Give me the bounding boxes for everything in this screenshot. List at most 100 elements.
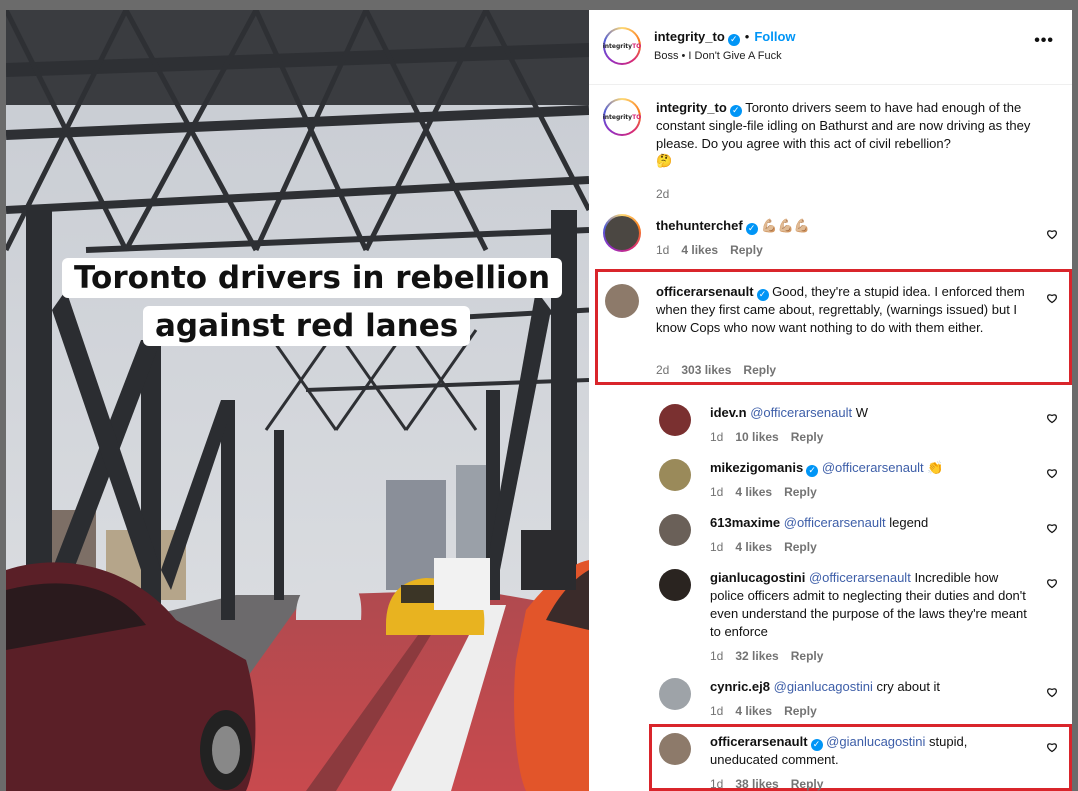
verified-icon: ✓ xyxy=(810,739,823,751)
comment-text: idev.n @officerarsenault W xyxy=(710,404,1030,422)
comment-username[interactable]: gianlucagostini xyxy=(710,570,805,585)
more-options-icon[interactable]: ••• xyxy=(1034,32,1054,50)
verified-icon: ✓ xyxy=(727,34,740,46)
caption-time: 2d xyxy=(656,187,670,201)
comment-mention[interactable]: @gianlucagostini xyxy=(774,679,873,694)
author-avatar[interactable]: integrityTO xyxy=(603,27,641,65)
comment-username[interactable]: 613maxime xyxy=(710,515,780,530)
comment-mention[interactable]: @officerarsenault xyxy=(809,570,911,585)
like-heart-icon[interactable] xyxy=(1046,522,1058,534)
reply-button[interactable]: Reply xyxy=(784,540,817,554)
commenter-avatar[interactable] xyxy=(659,514,691,546)
like-heart-icon[interactable] xyxy=(1046,292,1058,304)
post-video[interactable]: Toronto drivers in rebellion against red… xyxy=(6,10,589,791)
comment-text: gianlucagostini @officerarsenault Incred… xyxy=(710,569,1030,641)
commenter-avatar[interactable] xyxy=(605,284,639,318)
comment-likes[interactable]: 38 likes xyxy=(735,777,778,791)
comment-time: 1d xyxy=(710,704,724,718)
comment-mention[interactable]: @officerarsenault xyxy=(784,515,886,530)
verified-icon: ✓ xyxy=(729,105,742,117)
comment-text: thehunterchef ✓ 💪🏼💪🏼💪🏼 xyxy=(656,217,1026,236)
commenter-avatar[interactable] xyxy=(659,459,691,491)
caption-avatar[interactable]: integrityTO xyxy=(603,98,641,136)
comment-text: officerarsenault ✓ @gianlucagostini stupi… xyxy=(710,733,1030,769)
comment-username[interactable]: mikezigomanis xyxy=(710,460,803,475)
comment-mention[interactable]: @officerarsenault xyxy=(750,405,852,420)
reply-button[interactable]: Reply xyxy=(730,243,763,257)
reply-button[interactable]: Reply xyxy=(791,777,824,791)
comment-body: legend xyxy=(889,515,929,530)
like-heart-icon[interactable] xyxy=(1046,686,1058,698)
screenshot-frame: Toronto drivers in rebellion against red… xyxy=(0,0,1078,791)
commenter-avatar[interactable] xyxy=(659,678,691,710)
thinking-emoji: 🤔 xyxy=(656,154,673,169)
reply-button[interactable]: Reply xyxy=(791,649,824,663)
commenter-avatar[interactable] xyxy=(659,404,691,436)
comment-username[interactable]: officerarsenault xyxy=(710,734,808,749)
comment-meta: 2d 303 likes Reply xyxy=(656,363,788,377)
comment-body: W xyxy=(855,405,868,420)
caption-text: integrity_to ✓ Toronto drivers seem to ha… xyxy=(656,99,1046,171)
comment-meta: 1d 4 likes Reply xyxy=(656,243,775,257)
reply-item: mikezigomanis ✓ @officerarsenault 👏 1d 4 l… xyxy=(657,459,1072,507)
comment-likes[interactable]: 4 likes xyxy=(735,540,772,554)
audio-track[interactable]: Boss • I Don't Give A Fuck xyxy=(654,50,782,62)
comment-likes[interactable]: 4 likes xyxy=(735,485,772,499)
comment-time: 1d xyxy=(656,243,670,257)
commenter-avatar[interactable] xyxy=(603,214,641,252)
comment-time: 1d xyxy=(710,540,724,554)
comment-likes[interactable]: 303 likes xyxy=(681,363,731,377)
like-heart-icon[interactable] xyxy=(1046,412,1058,424)
reply-button[interactable]: Reply xyxy=(784,704,817,718)
car-right xyxy=(514,530,589,791)
comment-username[interactable]: thehunterchef xyxy=(656,218,743,233)
post-header: integrityTO integrity_to ✓ • Follow Boss • … xyxy=(589,10,1072,85)
video-caption-line-1: Toronto drivers in rebellion xyxy=(62,258,563,298)
comment-meta: 1d 4 likes Reply xyxy=(710,540,829,554)
follow-button[interactable]: Follow xyxy=(754,29,795,44)
comment-body: 👏 xyxy=(927,461,944,476)
verified-icon: ✓ xyxy=(756,289,769,301)
comment-username[interactable]: idev.n xyxy=(710,405,747,420)
comment-likes[interactable]: 32 likes xyxy=(735,649,778,663)
reply-item: 613maxime @officerarsenault legend 1d 4 l… xyxy=(657,514,1072,562)
commenter-avatar[interactable] xyxy=(659,569,691,601)
comment-time: 1d xyxy=(710,777,724,791)
comment-text: officerarsenault ✓ Good, they're a stupid… xyxy=(656,283,1026,337)
reply-item: idev.n @officerarsenault W 1d 10 likes Rep… xyxy=(657,404,1072,452)
comment-username[interactable]: officerarsenault xyxy=(656,284,754,299)
comment-username[interactable]: cynric.ej8 xyxy=(710,679,770,694)
like-heart-icon[interactable] xyxy=(1046,228,1058,240)
reply-item: gianlucagostini @officerarsenault Incred… xyxy=(657,569,1072,669)
comment-body: cry about it xyxy=(876,679,941,694)
comment-likes[interactable]: 4 likes xyxy=(681,243,718,257)
caption-username[interactable]: integrity_to xyxy=(656,100,727,115)
reply-button[interactable]: Reply xyxy=(743,363,776,377)
reply-button[interactable]: Reply xyxy=(784,485,817,499)
integrity-logo: integrityTO xyxy=(603,113,641,121)
verified-icon: ✓ xyxy=(806,465,819,477)
comment-item: thehunterchef ✓ 💪🏼💪🏼💪🏼 1d 4 likes Reply xyxy=(603,214,1072,262)
comment-text: cynric.ej8 @gianlucagostini cry about it xyxy=(710,678,1030,696)
comment-likes[interactable]: 10 likes xyxy=(735,430,778,444)
bridge-scene xyxy=(6,10,589,791)
like-heart-icon[interactable] xyxy=(1046,577,1058,589)
comment-meta: 1d 32 likes Reply xyxy=(710,649,835,663)
reply-button[interactable]: Reply xyxy=(791,430,824,444)
comment-meta: 1d 4 likes Reply xyxy=(710,485,829,499)
comments-panel: integrityTO integrity_to ✓ • Follow Boss • … xyxy=(589,10,1072,791)
reply-item: officerarsenault ✓ @gianlucagostini stupi… xyxy=(657,733,1072,791)
like-heart-icon[interactable] xyxy=(1046,741,1058,753)
video-caption-line-2: against red lanes xyxy=(143,306,471,346)
comment-mention[interactable]: @gianlucagostini xyxy=(826,734,925,749)
comment-mention[interactable]: @officerarsenault xyxy=(822,460,924,475)
integrity-logo: integrityTO xyxy=(603,42,641,50)
author-username[interactable]: integrity_to xyxy=(654,29,725,44)
comment-time: 2d xyxy=(656,363,670,377)
like-heart-icon[interactable] xyxy=(1046,467,1058,479)
commenter-avatar[interactable] xyxy=(659,733,691,765)
comment-likes[interactable]: 4 likes xyxy=(735,704,772,718)
comment-meta: 1d 4 likes Reply xyxy=(710,704,829,718)
comment-body: 💪🏼💪🏼💪🏼 xyxy=(761,219,810,234)
verified-icon: ✓ xyxy=(745,223,758,235)
